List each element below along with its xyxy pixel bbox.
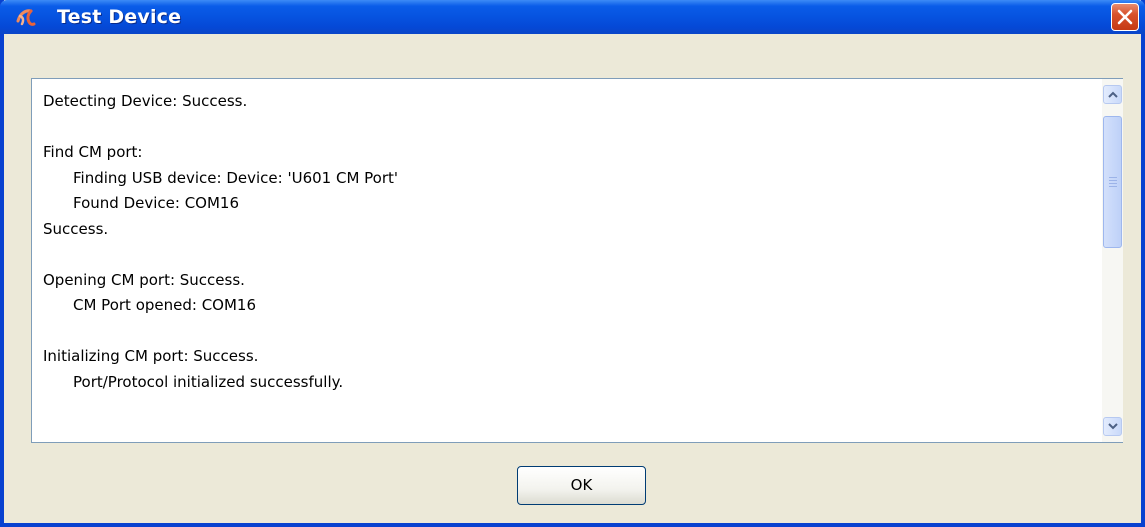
scroll-grip-line [1109, 183, 1117, 184]
log-line: Success. [43, 219, 109, 238]
window-title: Test Device [57, 6, 182, 28]
log-text: Detecting Device: Success. Find CM port: F… [43, 89, 1093, 395]
scroll-thumb[interactable] [1103, 116, 1122, 248]
dialog-window: Test Device Detecting Device: Success. Fi… [0, 0, 1145, 527]
scroll-up-button[interactable] [1103, 85, 1122, 104]
log-output-box[interactable]: Detecting Device: Success. Find CM port: F… [31, 78, 1123, 443]
title-bar[interactable]: Test Device [0, 0, 1145, 34]
log-line: Finding USB device: Device: 'U601 CM Por… [73, 168, 399, 187]
log-line: Find CM port: [43, 143, 143, 161]
scroll-down-button[interactable] [1103, 417, 1122, 436]
vertical-scrollbar[interactable] [1102, 79, 1123, 442]
log-blank-line [43, 115, 1093, 141]
log-line: Found Device: COM16 [73, 194, 240, 212]
log-blank-line [43, 242, 1093, 268]
log-blank-line [43, 319, 1093, 345]
scroll-grip-line [1109, 186, 1117, 187]
log-line: Port/Protocol initialized successfully. [73, 372, 344, 391]
ok-button[interactable]: OK [517, 466, 646, 505]
log-line: Detecting Device: Success. [43, 92, 248, 110]
close-button[interactable] [1111, 3, 1139, 31]
log-line: Initializing CM port: Success. [43, 347, 259, 365]
log-line: Opening CM port: Success. [43, 270, 245, 289]
scroll-grip-line [1109, 177, 1117, 178]
scroll-grip-line [1109, 180, 1117, 181]
app-swirl-icon [14, 5, 40, 29]
log-line: CM Port opened: COM16 [73, 296, 257, 314]
